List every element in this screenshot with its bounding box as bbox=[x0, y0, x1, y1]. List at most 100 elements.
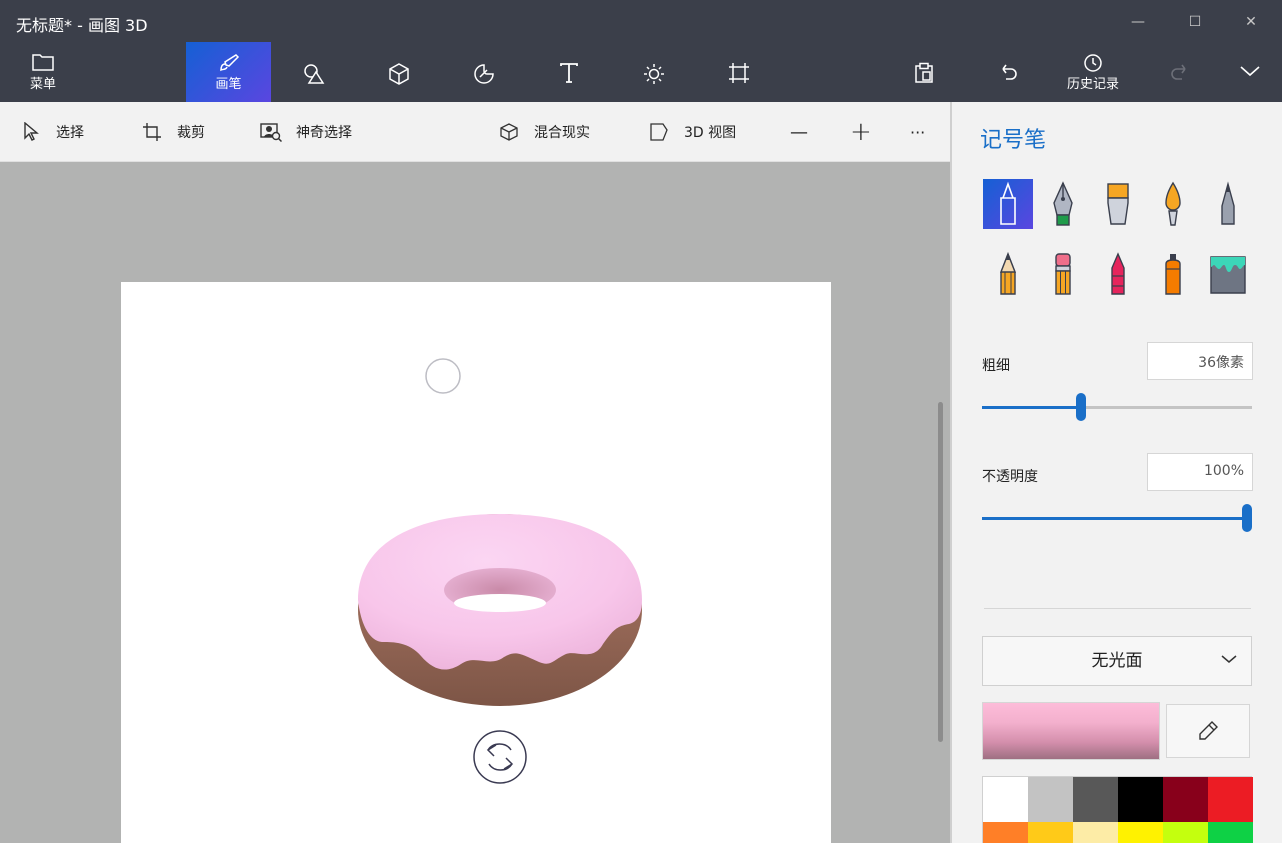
brush-calligraphy-pen[interactable] bbox=[1038, 179, 1088, 229]
crop-button[interactable]: 裁剪 bbox=[141, 102, 205, 162]
history-button[interactable]: 历史记录 bbox=[1055, 42, 1131, 102]
stickers-icon bbox=[474, 64, 494, 84]
finish-value: 无光面 bbox=[1091, 651, 1143, 671]
shapes-2d-icon bbox=[304, 64, 325, 84]
palette-color-9[interactable] bbox=[1073, 822, 1118, 843]
minimize-button[interactable]: — bbox=[1115, 8, 1161, 36]
redo-button[interactable] bbox=[1155, 42, 1203, 102]
mixed-reality-label: 混合现实 bbox=[534, 125, 590, 141]
tab-canvas[interactable] bbox=[715, 42, 763, 102]
view-3d-label: 3D 视图 bbox=[684, 125, 737, 141]
tab-text[interactable] bbox=[545, 42, 593, 102]
palette-color-12[interactable] bbox=[1208, 822, 1253, 843]
history-label: 历史记录 bbox=[1066, 77, 1119, 92]
close-button[interactable]: ✕ bbox=[1228, 8, 1274, 36]
palette-color-10[interactable] bbox=[1118, 822, 1163, 843]
crop-icon bbox=[141, 121, 163, 143]
tab-brushes[interactable]: 画笔 bbox=[186, 42, 271, 102]
calligraphy-pen-icon bbox=[1053, 181, 1073, 226]
text-icon bbox=[560, 63, 578, 83]
chevron-down-icon bbox=[1221, 655, 1237, 663]
magic-select-label: 神奇选择 bbox=[296, 125, 352, 141]
chevron-down-icon bbox=[1240, 66, 1260, 77]
palette-color-4[interactable] bbox=[1118, 777, 1163, 822]
palette-color-11[interactable] bbox=[1163, 822, 1208, 843]
fill-bucket-icon bbox=[1210, 256, 1246, 294]
ribbon-toolbar: 菜单 画笔 历史记录 bbox=[0, 42, 1282, 102]
sub-toolbar: 选择 裁剪 神奇选择 混合现实 3D 视图 — + ··· bbox=[0, 102, 950, 162]
view-3d-button[interactable]: 3D 视图 bbox=[648, 102, 736, 162]
zoom-in-button[interactable]: + bbox=[850, 102, 872, 162]
thickness-slider-thumb[interactable] bbox=[1076, 393, 1086, 421]
magic-select-button[interactable]: 神奇选择 bbox=[260, 102, 352, 162]
menu-label: 菜单 bbox=[29, 77, 56, 92]
pointer-icon bbox=[20, 121, 42, 143]
menu-button[interactable]: 菜单 bbox=[0, 42, 86, 102]
title-bar: 无标题* - 画图 3D — ☐ ✕ bbox=[0, 0, 1282, 42]
panel-divider bbox=[984, 608, 1251, 609]
shapes-3d-icon bbox=[389, 63, 409, 85]
canvas-drawing bbox=[358, 358, 642, 784]
mixed-reality-icon bbox=[498, 121, 520, 143]
brush-watercolor[interactable] bbox=[1148, 179, 1198, 229]
opacity-slider-fill bbox=[982, 517, 1247, 520]
tab-effects[interactable] bbox=[630, 42, 678, 102]
magic-select-icon bbox=[260, 121, 282, 143]
paste-button[interactable] bbox=[900, 42, 948, 102]
brush-crayon[interactable] bbox=[1093, 249, 1143, 299]
palette-color-7[interactable] bbox=[983, 822, 1028, 843]
opacity-slider-thumb[interactable] bbox=[1242, 504, 1252, 532]
palette-color-8[interactable] bbox=[1028, 822, 1073, 843]
oil-brush-icon bbox=[1107, 183, 1129, 225]
workspace[interactable] bbox=[0, 162, 950, 843]
zoom-out-button[interactable]: — bbox=[790, 102, 808, 162]
current-color-swatch[interactable] bbox=[982, 702, 1160, 760]
brush-fill[interactable] bbox=[1203, 249, 1253, 299]
tab-2d-shapes[interactable] bbox=[290, 42, 338, 102]
finish-dropdown[interactable]: 无光面 bbox=[982, 636, 1252, 686]
brush-pixel-pen[interactable] bbox=[1203, 179, 1253, 229]
brushes-label: 画笔 bbox=[215, 77, 242, 92]
thickness-slider[interactable] bbox=[982, 393, 1252, 421]
undo-icon bbox=[1002, 64, 1017, 80]
thickness-slider-fill bbox=[982, 406, 1081, 409]
tab-stickers[interactable] bbox=[460, 42, 508, 102]
thickness-input[interactable]: 36像素 bbox=[1147, 342, 1253, 380]
thickness-label: 粗细 bbox=[982, 358, 1010, 374]
opacity-label: 不透明度 bbox=[982, 469, 1038, 485]
brush-marker[interactable] bbox=[983, 179, 1033, 229]
select-button[interactable]: 选择 bbox=[20, 102, 84, 162]
history-icon bbox=[1084, 54, 1102, 72]
palette-color-1[interactable] bbox=[983, 777, 1028, 822]
mixed-reality-button[interactable]: 混合现实 bbox=[498, 102, 590, 162]
watercolor-icon bbox=[1165, 181, 1181, 226]
opacity-slider[interactable] bbox=[982, 504, 1252, 532]
redo-icon bbox=[1171, 64, 1186, 80]
crayon-icon bbox=[1111, 252, 1125, 295]
expand-ribbon-button[interactable] bbox=[1226, 42, 1274, 102]
palette-color-6[interactable] bbox=[1208, 777, 1253, 822]
undo-button[interactable] bbox=[985, 42, 1033, 102]
brush-pencil[interactable] bbox=[983, 249, 1033, 299]
view-3d-icon bbox=[648, 121, 670, 143]
rotate-3d-handle[interactable] bbox=[473, 730, 527, 784]
eraser-icon bbox=[1055, 253, 1071, 295]
brush-cursor bbox=[425, 358, 461, 394]
palette-color-3[interactable] bbox=[1073, 777, 1118, 822]
vertical-scrollbar[interactable] bbox=[938, 402, 943, 742]
opacity-input[interactable]: 100% bbox=[1147, 453, 1253, 491]
canvas[interactable] bbox=[121, 282, 831, 843]
palette-color-2[interactable] bbox=[1028, 777, 1073, 822]
color-palette bbox=[982, 776, 1253, 843]
palette-color-5[interactable] bbox=[1163, 777, 1208, 822]
brush-spray-can[interactable] bbox=[1148, 249, 1198, 299]
brush-oil[interactable] bbox=[1093, 179, 1143, 229]
eyedropper-button[interactable] bbox=[1166, 704, 1250, 758]
donut-model[interactable] bbox=[358, 514, 642, 706]
maximize-button[interactable]: ☐ bbox=[1172, 8, 1218, 36]
tab-3d-shapes[interactable] bbox=[375, 42, 423, 102]
pencil-icon bbox=[999, 252, 1017, 295]
window-title: 无标题* - 画图 3D bbox=[16, 16, 148, 35]
brush-eraser[interactable] bbox=[1038, 249, 1088, 299]
more-options-button[interactable]: ··· bbox=[910, 102, 925, 162]
